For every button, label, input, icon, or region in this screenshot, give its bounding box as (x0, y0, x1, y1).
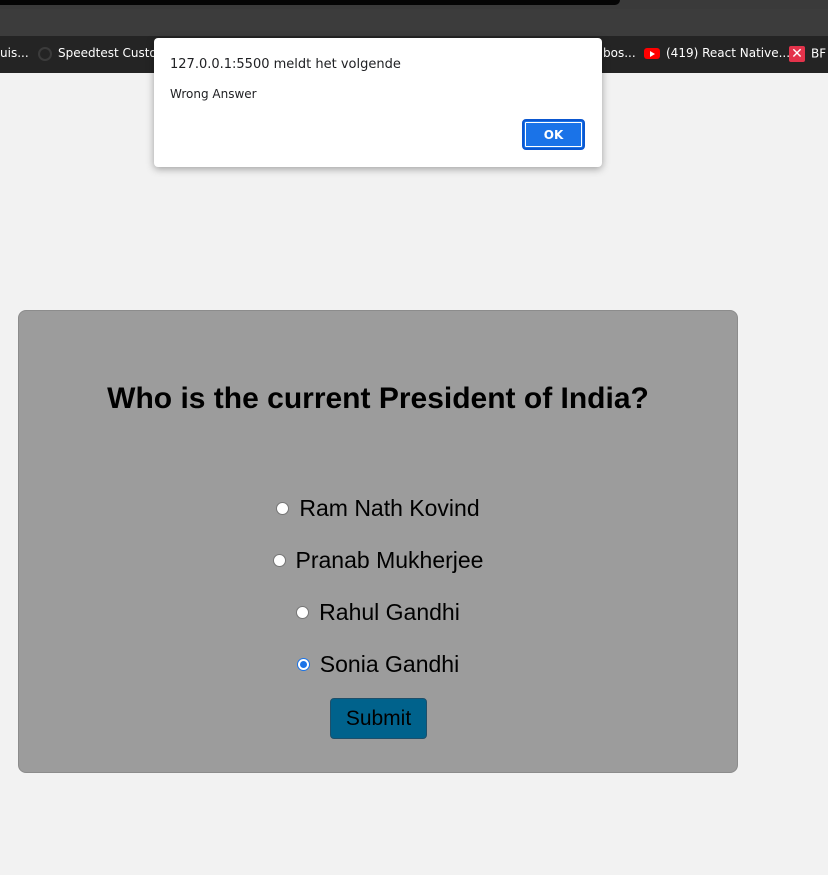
option-label: Pranab Mukherjee (295, 547, 484, 573)
option-rahul-gandhi[interactable]: Rahul Gandhi (19, 598, 737, 626)
youtube-icon (644, 48, 660, 59)
radio-button[interactable] (272, 554, 286, 568)
browser-toolbar (0, 9, 828, 36)
radio-button[interactable] (276, 502, 290, 516)
option-ram-nath-kovind[interactable]: Ram Nath Kovind (19, 494, 737, 522)
submit-button[interactable]: Submit (330, 698, 427, 739)
option-label: Sonia Gandhi (319, 651, 460, 677)
bookmark-label: BF (811, 46, 827, 61)
radio-button[interactable] (296, 606, 310, 620)
quiz-card: Who is the current President of India? R… (18, 310, 738, 773)
speedtest-icon (38, 46, 52, 61)
option-pranab-mukherjee[interactable]: Pranab Mukherjee (19, 546, 737, 574)
x-logo-icon: ✕ (789, 46, 805, 62)
alert-ok-button[interactable]: OK (522, 119, 585, 150)
browser-tab-strip (0, 0, 828, 9)
bookmark-label: uis... (0, 46, 29, 60)
bookmark-react-native[interactable]: (419) React Native... (644, 46, 790, 60)
option-label: Rahul Gandhi (319, 599, 460, 625)
bookmark-item[interactable]: bos... (603, 46, 636, 60)
alert-title: 127.0.0.1:5500 meldt het volgende (170, 57, 401, 72)
option-sonia-gandhi[interactable]: Sonia Gandhi (19, 650, 737, 678)
bookmark-bf[interactable]: ✕ BF (789, 46, 826, 62)
active-tab[interactable] (0, 0, 620, 5)
bookmark-label: Speedtest Custom (58, 46, 169, 60)
question-title: Who is the current President of India? (107, 382, 649, 415)
bookmark-item[interactable]: uis... (0, 46, 29, 60)
bookmark-label: bos... (603, 46, 636, 60)
radio-button-selected[interactable] (296, 658, 310, 672)
option-label: Ram Nath Kovind (299, 495, 480, 521)
bookmark-label: (419) React Native... (666, 46, 791, 60)
alert-message: Wrong Answer (170, 87, 257, 101)
bookmark-speedtest[interactable]: Speedtest Custom (38, 46, 168, 61)
